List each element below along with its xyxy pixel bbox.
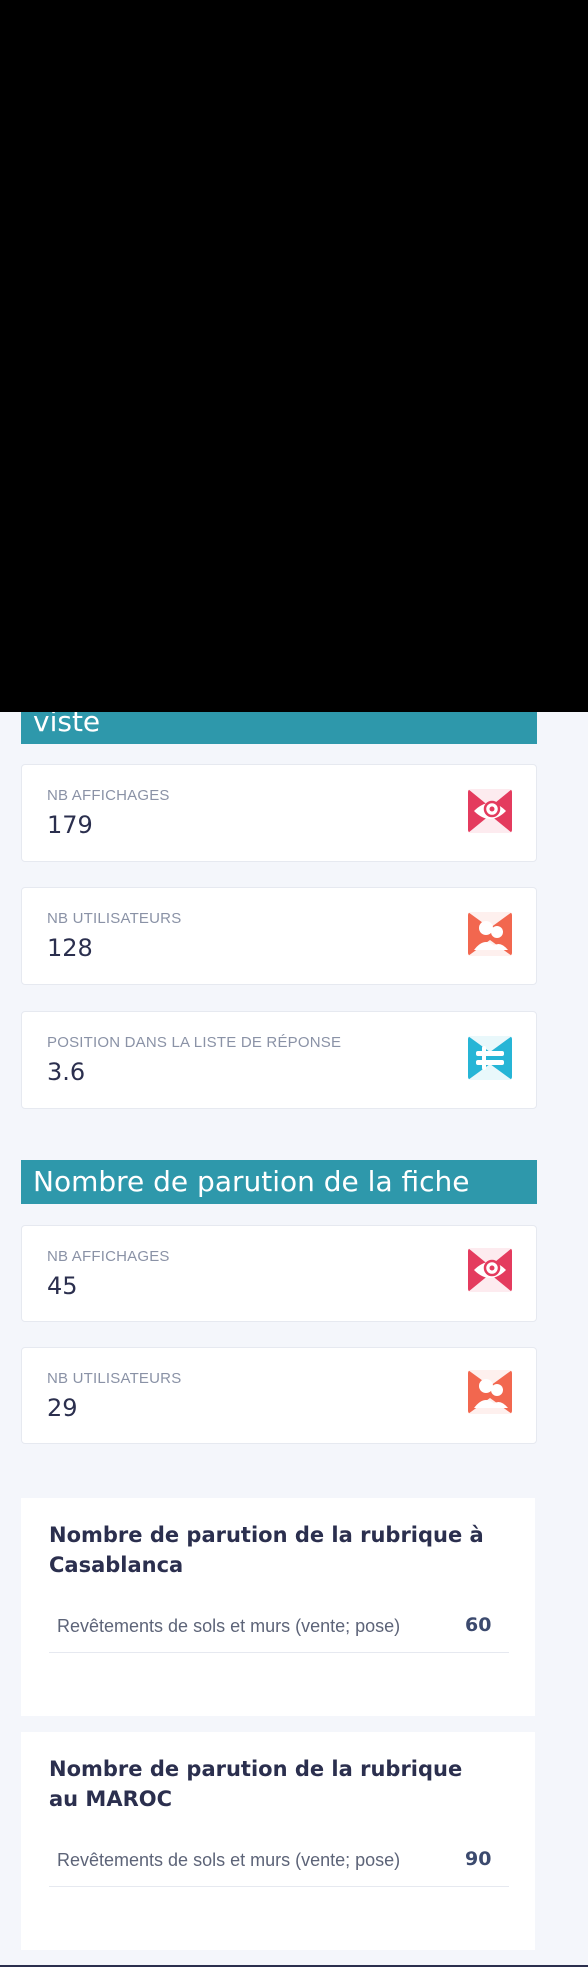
rubrique-count: 60 [465, 1614, 492, 1636]
eye-icon [468, 789, 512, 833]
stat-value: 179 [47, 811, 93, 839]
stat-card-utilisateurs: NB UTILISATEURS 29 [21, 1347, 537, 1444]
section-title: viste [33, 712, 101, 738]
list-position-icon [468, 1036, 512, 1080]
stat-card-utilisateurs: NB UTILISATEURS 128 [21, 887, 537, 985]
panel-title: Nombre de parution de la rubrique à Casa… [49, 1523, 484, 1577]
stat-label: NB AFFICHAGES [47, 1248, 170, 1265]
stats-page: viste NB AFFICHAGES 179 NB UTILISATEURS … [0, 712, 588, 1967]
stat-label: POSITION DANS LA LISTE DE RÉPONSE [47, 1034, 342, 1051]
users-icon [468, 1370, 512, 1414]
stat-card-affichages: NB AFFICHAGES 179 [21, 764, 537, 862]
rubrique-name: Revêtements de sols et murs (vente; pose… [57, 1850, 401, 1870]
eye-icon [468, 1248, 512, 1292]
section-header-visite: viste [21, 712, 537, 744]
stat-card-position: POSITION DANS LA LISTE DE RÉPONSE 3.6 [21, 1011, 537, 1109]
blank-top-area [0, 0, 588, 712]
stat-label: NB AFFICHAGES [47, 787, 170, 804]
rubrique-name: Revêtements de sols et murs (vente; pose… [57, 1616, 401, 1636]
section-header-fiche: Nombre de parution de la fiche [21, 1160, 537, 1204]
stat-value: 29 [47, 1394, 78, 1422]
stat-card-affichages: NB AFFICHAGES 45 [21, 1225, 537, 1322]
panel-title: Nombre de parution de la rubrique au MAR… [49, 1757, 463, 1811]
rubrique-maroc-panel: Nombre de parution de la rubrique au MAR… [21, 1732, 535, 1950]
rubrique-count: 90 [465, 1848, 492, 1870]
list-item: Revêtements de sols et murs (vente; pose… [49, 1608, 509, 1653]
stat-value: 128 [47, 934, 93, 962]
section-title: Nombre de parution de la fiche [33, 1165, 470, 1198]
stat-label: NB UTILISATEURS [47, 910, 182, 927]
list-item: Revêtements de sols et murs (vente; pose… [49, 1842, 509, 1887]
stat-value: 3.6 [47, 1058, 86, 1086]
stat-value: 45 [47, 1272, 78, 1300]
stat-label: NB UTILISATEURS [47, 1370, 182, 1387]
users-icon [468, 912, 512, 956]
rubrique-casablanca-panel: Nombre de parution de la rubrique à Casa… [21, 1498, 535, 1716]
